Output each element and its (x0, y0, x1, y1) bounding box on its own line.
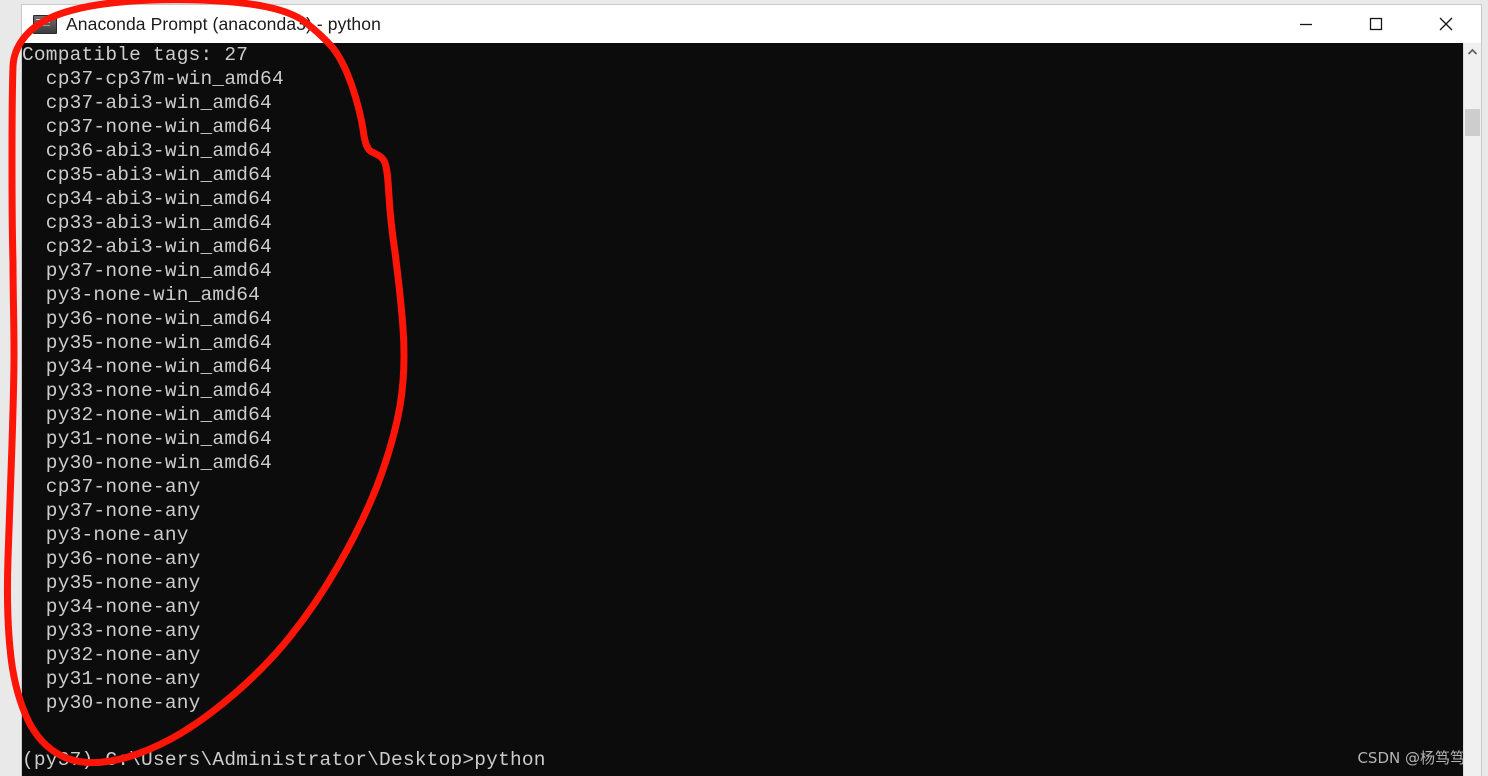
window-title: Anaconda Prompt (anaconda3) - python (66, 13, 381, 34)
scroll-up-button[interactable] (1464, 43, 1481, 60)
window-controls (1271, 5, 1481, 43)
close-button[interactable] (1411, 5, 1481, 43)
minimize-icon (1298, 16, 1314, 32)
scroll-down-button[interactable] (1464, 759, 1481, 776)
maximize-icon (1368, 16, 1384, 32)
maximize-button[interactable] (1341, 5, 1411, 43)
anaconda-prompt-window: Anaconda Prompt (anaconda3) - python Com… (22, 5, 1481, 776)
scrollbar-thumb[interactable] (1465, 109, 1480, 136)
vertical-scrollbar[interactable] (1463, 43, 1481, 776)
terminal-output-area[interactable]: Compatible tags: 27 cp37-cp37m-win_amd64… (22, 43, 1481, 776)
close-icon (1437, 15, 1455, 33)
title-bar[interactable]: Anaconda Prompt (anaconda3) - python (22, 5, 1481, 44)
minimize-button[interactable] (1271, 5, 1341, 43)
chevron-up-icon (1467, 43, 1478, 61)
terminal-output-text: Compatible tags: 27 cp37-cp37m-win_amd64… (22, 44, 284, 714)
terminal-prompt-line: (py37) C:\Users\Administrator\Desktop>py… (22, 749, 546, 771)
csdn-watermark: CSDN @杨笃笃 (1357, 749, 1465, 767)
console-window-icon (33, 14, 57, 34)
